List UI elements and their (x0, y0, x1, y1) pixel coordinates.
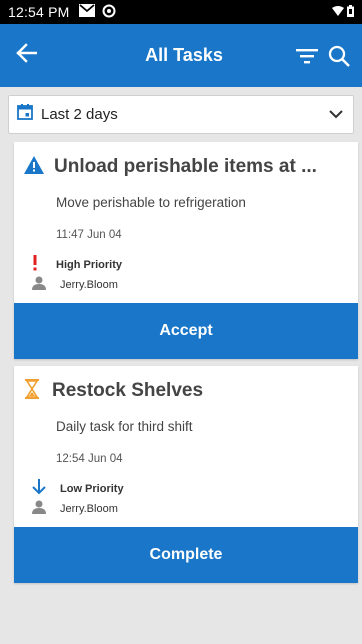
wifi-icon (332, 4, 344, 20)
filter-button[interactable] (296, 47, 318, 65)
back-button[interactable] (0, 24, 52, 87)
search-icon (328, 45, 350, 67)
warning-triangle-icon (24, 155, 44, 179)
exclamation-icon (32, 254, 38, 276)
task-time: 11:47 Jun 04 (56, 229, 122, 241)
priority-row: High Priority (32, 254, 348, 276)
complete-button[interactable]: Complete (14, 527, 358, 583)
priority-row: Low Priority (32, 478, 348, 500)
search-button[interactable] (328, 45, 350, 67)
hourglass-icon (24, 378, 40, 404)
person-icon (32, 276, 46, 295)
task-time: 12:54 Jun 04 (56, 453, 123, 465)
person-icon (32, 500, 46, 519)
chevron-down-icon (329, 110, 343, 119)
assignee-row: Jerry.Bloom (32, 275, 348, 295)
task-description: Daily task for third shift (56, 419, 193, 434)
arrow-left-icon (15, 43, 38, 68)
status-bar: 12:54 PM (0, 0, 362, 24)
page-title: All Tasks (145, 45, 223, 65)
task-card[interactable]: Restock Shelves Daily task for third shi… (14, 366, 358, 583)
priority-label: High Priority (56, 259, 123, 271)
task-title: Restock Shelves (52, 380, 204, 401)
assignee-name: Jerry.Bloom (60, 503, 118, 515)
sync-icon (102, 4, 116, 21)
task-card[interactable]: Unload perishable items at ... Move peri… (14, 142, 358, 359)
task-title: Unload perishable items at ... (54, 156, 317, 177)
accept-button[interactable]: Accept (14, 303, 358, 359)
assignee-name: Jerry.Bloom (60, 279, 118, 291)
mail-icon (78, 4, 95, 20)
calendar-icon (17, 104, 33, 125)
app-bar: All Tasks (0, 24, 362, 87)
status-time: 12:54 PM (8, 4, 70, 20)
priority-label: Low Priority (60, 483, 124, 495)
task-description: Move perishable to refrigeration (56, 195, 246, 210)
date-range-select[interactable]: Last 2 days (8, 95, 354, 134)
arrow-down-icon (32, 478, 46, 500)
filter-icon (296, 47, 318, 65)
date-range-value: Last 2 days (41, 106, 118, 123)
battery-icon (347, 4, 354, 20)
assignee-row: Jerry.Bloom (32, 499, 348, 519)
